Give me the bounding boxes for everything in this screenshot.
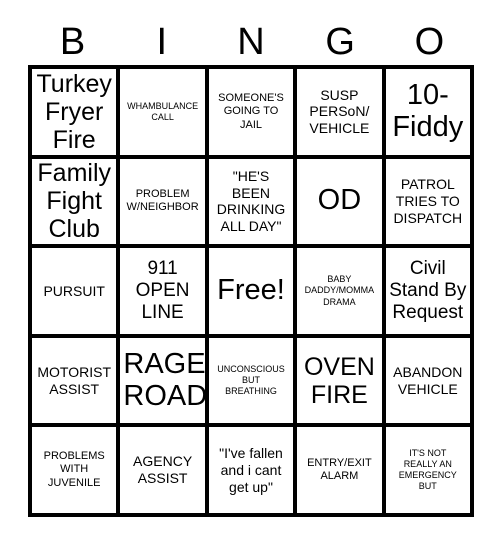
bingo-cell-label: AGENCY ASSIST <box>133 453 193 487</box>
bingo-cell-r4c1[interactable]: MOTORIST ASSIST <box>32 337 117 424</box>
bingo-cell-label: UNCONSCIOUS BUT BREATHING <box>217 363 285 397</box>
bingo-cell-r1c3[interactable]: SOMEONE'S GOING TO JAIL <box>208 69 294 155</box>
bingo-cell-label: Family Fight Club <box>37 159 111 244</box>
bingo-cell-label: Civil Stand By Request <box>389 258 467 323</box>
bingo-cell-label: IT'S NOT REALLY AN EMERGENCY BUT <box>398 447 457 492</box>
bingo-cell-r5c3[interactable]: "I've fallen and i cant get up" <box>208 427 294 513</box>
bingo-cell-label: RAGE ROAD <box>123 347 205 412</box>
bingo-cell-label: BABY DADDY/MOMMA DRAMA <box>304 274 375 307</box>
bingo-cell-r1c2[interactable]: WHAMBULANCE CALL <box>120 69 205 155</box>
bingo-cell-r5c5[interactable]: IT'S NOT REALLY AN EMERGENCY BUT <box>385 427 470 513</box>
bingo-cell-r1c4[interactable]: SUSP PERSoN/ VEHICLE <box>297 69 382 155</box>
bingo-cell-r3c3[interactable]: Free! <box>208 248 294 334</box>
bingo-header-letter-o: O <box>414 20 445 63</box>
bingo-card: B I N G O Turkey Fryer Fire WHAMBULANCE CALL S… <box>0 0 502 544</box>
bingo-cell-label: 911 OPEN LINE <box>135 258 190 323</box>
bingo-cell-label: SUSP PERSoN/ VEHICLE <box>309 86 370 137</box>
bingo-header: BINGO <box>28 18 474 65</box>
bingo-cell-r3c2[interactable]: 911 OPEN LINE <box>120 248 205 334</box>
bingo-cell-label: PURSUIT <box>43 282 105 299</box>
bingo-cell-r2c5[interactable]: PATROL TRIES TO DISPATCH <box>385 158 470 245</box>
bingo-cell-r3c4[interactable]: BABY DADDY/MOMMA DRAMA <box>297 248 382 334</box>
bingo-cell-r1c5[interactable]: 10- Fiddy <box>385 69 470 155</box>
bingo-cell-label: 10- Fiddy <box>392 78 464 143</box>
bingo-header-letter-i: I <box>156 20 168 63</box>
bingo-cell-label: Free! <box>217 274 285 307</box>
bingo-cell-label: Turkey Fryer Fire <box>36 69 112 154</box>
bingo-cell-label: ABANDON VEHICLE <box>393 363 463 397</box>
bingo-cell-label: OVEN FIRE <box>303 352 375 409</box>
bingo-cell-r4c2[interactable]: RAGE ROAD <box>120 337 205 424</box>
bingo-cell-label: WHAMBULANCE CALL <box>127 100 199 122</box>
bingo-cell-r4c3[interactable]: UNCONSCIOUS BUT BREATHING <box>208 337 294 424</box>
bingo-header-letter-n: N <box>237 20 265 63</box>
bingo-cell-r5c4[interactable]: ENTRY/EXIT ALARM <box>297 427 382 513</box>
bingo-cell-r2c2[interactable]: PROBLEM W/NEIGHBOR <box>120 158 205 245</box>
bingo-cell-r3c5[interactable]: Civil Stand By Request <box>385 248 470 334</box>
bingo-cell-label: SOMEONE'S GOING TO JAIL <box>218 91 284 131</box>
bingo-cell-r5c2[interactable]: AGENCY ASSIST <box>120 427 205 513</box>
bingo-cell-label: ENTRY/EXIT ALARM <box>307 456 372 483</box>
bingo-cell-label: PROBLEMS WITH JUVENILE <box>43 450 105 489</box>
bingo-cell-label: PATROL TRIES TO DISPATCH <box>393 176 463 226</box>
bingo-cell-label: "I've fallen and i cant get up" <box>219 444 283 495</box>
bingo-cell-r3c1[interactable]: PURSUIT <box>32 248 117 334</box>
bingo-header-letter-b: B <box>59 20 86 63</box>
bingo-cell-r1c1[interactable]: Turkey Fryer Fire <box>32 69 117 155</box>
bingo-cell-label: MOTORIST ASSIST <box>37 363 112 397</box>
bingo-cell-label: OD <box>317 184 362 217</box>
bingo-cell-r2c4[interactable]: OD <box>297 158 382 245</box>
bingo-cell-r2c3[interactable]: "HE'S BEEN DRINKING ALL DAY" <box>208 158 294 245</box>
bingo-cell-r5c1[interactable]: PROBLEMS WITH JUVENILE <box>32 427 117 513</box>
bingo-header-letter-g: G <box>325 20 355 63</box>
bingo-cell-r4c5[interactable]: ABANDON VEHICLE <box>385 337 470 424</box>
bingo-cell-r4c4[interactable]: OVEN FIRE <box>297 337 382 424</box>
bingo-cell-r2c1[interactable]: Family Fight Club <box>32 158 117 245</box>
bingo-cell-label: PROBLEM W/NEIGHBOR <box>126 187 199 214</box>
bingo-grid: Turkey Fryer Fire WHAMBULANCE CALL SOMEONE… <box>28 65 474 517</box>
bingo-cell-label: "HE'S BEEN DRINKING ALL DAY" <box>216 167 286 235</box>
